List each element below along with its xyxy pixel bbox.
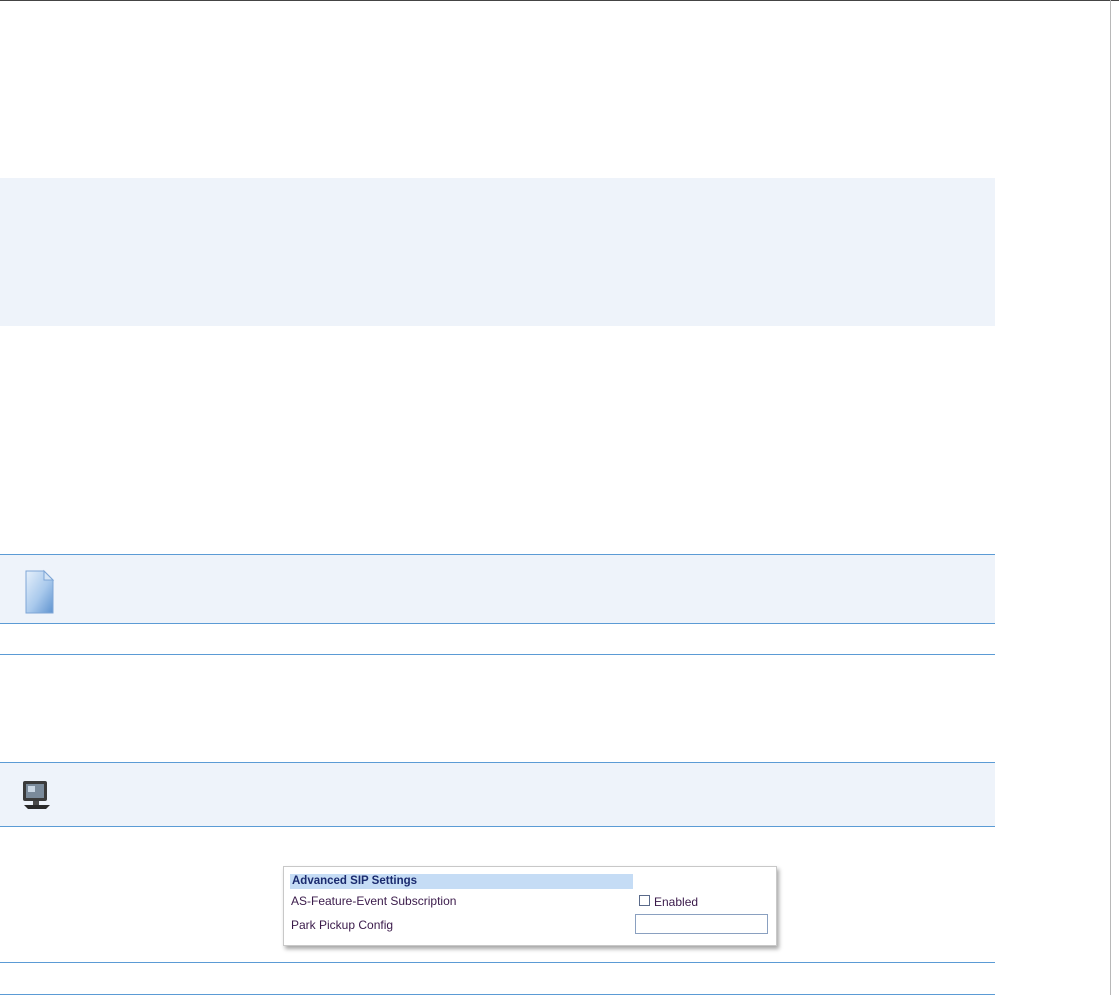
computer-monitor-icon [20, 779, 54, 816]
divider-rule [0, 654, 995, 655]
advanced-sip-settings-header: Advanced SIP Settings [290, 874, 633, 889]
feature-event-subscription-label: AS-Feature-Event Subscription [291, 894, 457, 908]
enabled-checkbox[interactable] [639, 895, 650, 906]
park-pickup-config-input[interactable] [635, 914, 768, 934]
right-gutter-rule [1110, 0, 1111, 995]
advanced-sip-settings-panel: Advanced SIP Settings AS-Feature-Event S… [283, 866, 777, 946]
top-rule [0, 0, 1119, 1]
note-box [0, 554, 995, 624]
document-note-icon [20, 568, 56, 621]
shaded-text-block [0, 178, 995, 326]
divider-rule [0, 962, 995, 963]
park-pickup-config-label: Park Pickup Config [291, 918, 394, 932]
screen-note-box [0, 762, 995, 827]
enabled-checkbox-label: Enabled [654, 895, 699, 909]
